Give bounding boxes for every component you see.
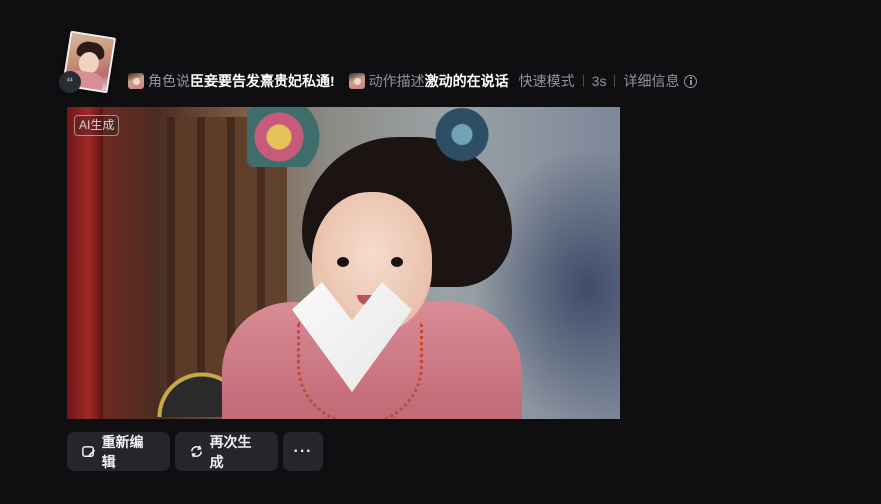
regenerate-button[interactable]: 再次生成	[175, 432, 278, 471]
action-label: 动作描述	[368, 73, 425, 89]
regenerate-label: 再次生成	[209, 433, 252, 470]
red-pillar	[67, 107, 103, 419]
divider	[614, 75, 616, 87]
edit-icon	[81, 444, 97, 460]
bead-necklace	[297, 322, 423, 419]
generated-video[interactable]	[67, 107, 620, 419]
action-text: 激动的在说话	[424, 73, 509, 89]
right-eye	[391, 257, 403, 267]
quote-icon: “	[59, 71, 81, 93]
action-bar: 重新编辑 再次生成 ···	[67, 432, 323, 471]
role-text: 臣妾要告发熹贵妃私通!	[190, 73, 335, 89]
re-edit-button[interactable]: 重新编辑	[67, 432, 170, 471]
generation-card: “ 角色说 臣妾要告发熹贵妃私通! 动作描述 激动的在说话 快速模式 3s 详细…	[0, 0, 881, 504]
duration-label: 3s	[591, 73, 607, 89]
re-edit-label: 重新编辑	[101, 433, 144, 470]
more-icon: ···	[293, 442, 313, 460]
hair-ornament-left	[247, 107, 327, 167]
mode-label: 快速模式	[518, 73, 575, 89]
details-link[interactable]: 详细信息	[623, 71, 679, 91]
prompt-line: 角色说 臣妾要告发熹贵妃私通! 动作描述 激动的在说话 快速模式 3s 详细信息	[128, 70, 698, 92]
role-label: 角色说	[148, 73, 190, 89]
info-icon[interactable]	[684, 74, 698, 88]
refresh-icon	[189, 444, 205, 460]
ai-generated-badge: AI生成	[74, 115, 120, 136]
character-avatar-icon	[128, 73, 144, 89]
character-avatar-icon	[348, 73, 365, 89]
divider	[582, 75, 584, 87]
left-eye	[337, 257, 349, 267]
more-button[interactable]: ···	[283, 432, 323, 471]
hair-ornament-right	[427, 107, 497, 162]
